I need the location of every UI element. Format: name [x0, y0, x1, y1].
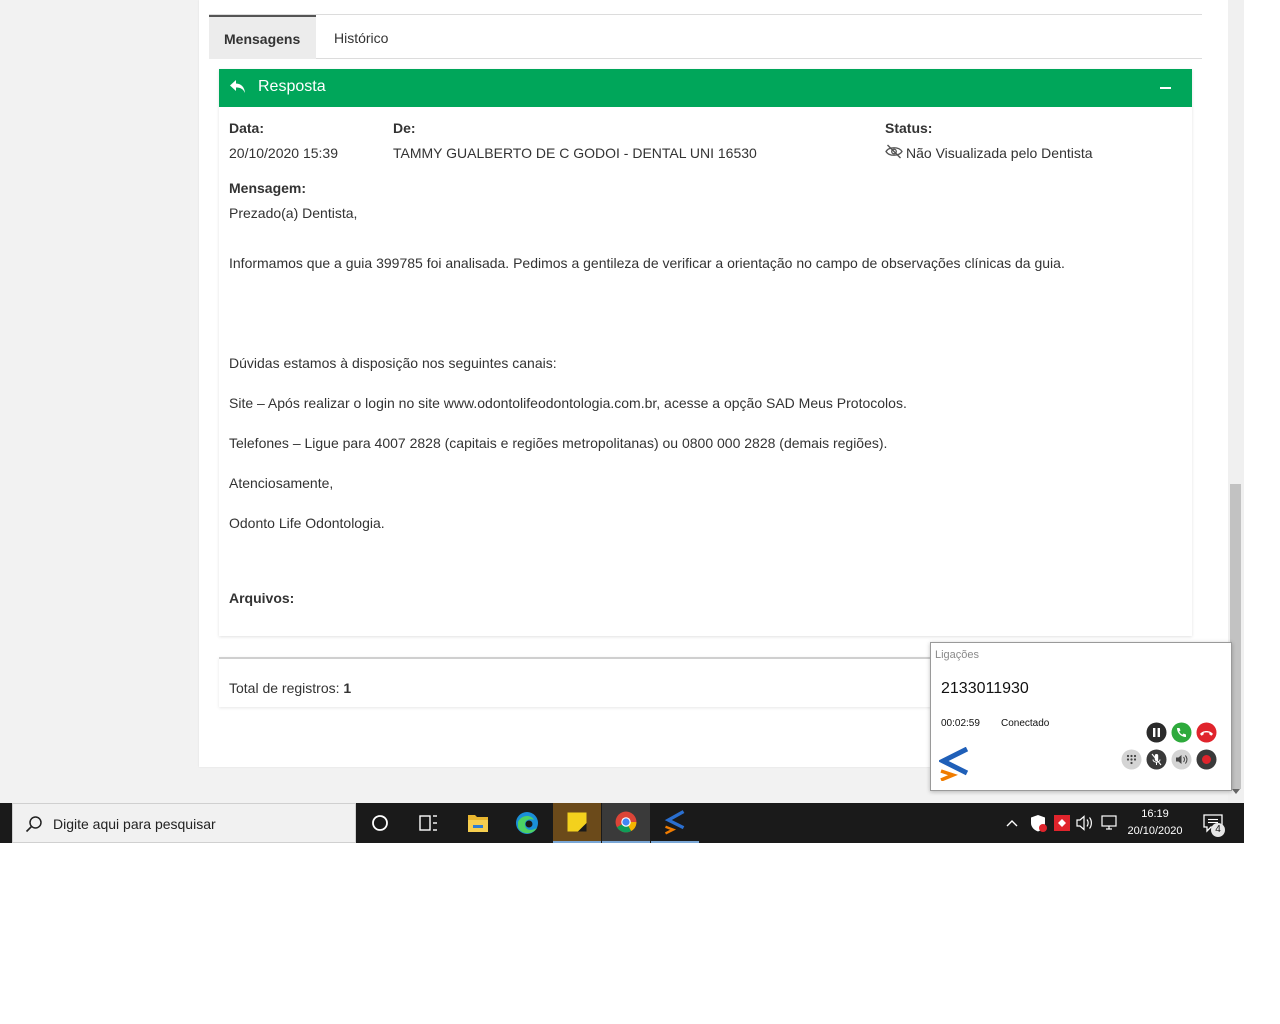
- status-label: Status:: [885, 120, 933, 136]
- search-placeholder: Digite aqui para pesquisar: [53, 816, 216, 832]
- message-line: Odonto Life Odontologia.: [229, 515, 385, 531]
- call-number: 2133011930: [941, 680, 1029, 697]
- task-view-icon[interactable]: [404, 803, 452, 843]
- volume-button[interactable]: [1171, 749, 1192, 770]
- dialpad-button[interactable]: [1121, 749, 1142, 770]
- total-records: Total de registros: 1: [229, 680, 351, 696]
- data-value: 20/10/2020 15:39: [229, 145, 338, 161]
- answer-button[interactable]: [1171, 722, 1192, 743]
- scroll-down-arrow-icon[interactable]: [1232, 789, 1240, 794]
- taskbar: Digite aqui para pesquisar 16:19 20/10/2…: [0, 803, 1244, 843]
- hangup-button[interactable]: [1196, 722, 1217, 743]
- softphone-title: Ligações: [935, 649, 980, 661]
- eye-off-icon: [885, 144, 903, 159]
- softphone-app-icon[interactable]: [651, 803, 699, 843]
- clock-date[interactable]: 20/10/2020: [1120, 825, 1190, 837]
- tab-bar: Mensagens Histórico: [209, 14, 1202, 59]
- resposta-panel: Resposta Data: 20/10/2020 15:39 De: TAMM…: [219, 69, 1192, 636]
- call-timer: 00:02:59: [941, 718, 980, 729]
- data-label: Data:: [229, 120, 265, 136]
- file-explorer-icon[interactable]: [454, 803, 502, 843]
- message-line: Site – Após realizar o login no site www…: [229, 395, 907, 411]
- network-icon[interactable]: [1097, 803, 1121, 843]
- chevron-up-icon[interactable]: [1000, 803, 1024, 843]
- status-value: Não Visualizada pelo Dentista: [906, 145, 1093, 161]
- collapse-icon[interactable]: [1160, 87, 1171, 89]
- de-label: De:: [393, 120, 416, 136]
- record-button[interactable]: [1196, 749, 1217, 770]
- cortana-icon[interactable]: [356, 803, 404, 843]
- security-shield-icon[interactable]: [1025, 803, 1051, 843]
- search-icon: [25, 816, 42, 833]
- arquivos-label: Arquivos:: [229, 590, 295, 606]
- taskbar-search-box[interactable]: Digite aqui para pesquisar: [12, 803, 356, 843]
- panel-header[interactable]: Resposta: [219, 69, 1192, 107]
- call-status: Conectado: [1001, 718, 1050, 729]
- volume-icon[interactable]: [1073, 803, 1097, 843]
- message-line: Telefones – Ligue para 4007 2828 (capita…: [229, 435, 888, 451]
- total-records-label: Total de registros:: [229, 680, 340, 696]
- tab-mensagens[interactable]: Mensagens: [209, 15, 316, 59]
- reply-icon: [230, 80, 245, 93]
- message-line: Atenciosamente,: [229, 475, 334, 491]
- message-line: Prezado(a) Dentista,: [229, 205, 358, 221]
- softphone-logo-icon: [939, 747, 969, 781]
- total-records-value: 1: [343, 680, 352, 696]
- softphone-window: Ligações 2133011930 00:02:59 Conectado: [930, 642, 1232, 791]
- panel-title: Resposta: [258, 78, 326, 95]
- edge-browser-icon[interactable]: [503, 803, 551, 843]
- tab-historico[interactable]: Histórico: [316, 15, 406, 59]
- message-line: Dúvidas estamos à disposição nos seguint…: [229, 355, 557, 371]
- de-value: TAMMY GUALBERTO DE C GODOI - DENTAL UNI …: [393, 145, 757, 161]
- mute-button[interactable]: [1146, 749, 1167, 770]
- start-button[interactable]: [0, 803, 12, 843]
- clock-time[interactable]: 16:19: [1120, 808, 1190, 820]
- screen: Mensagens Histórico Resposta Data: 20/10…: [0, 0, 1280, 1024]
- message-line: Informamos que a guia 399785 foi analisa…: [229, 255, 1065, 271]
- mensagem-label: Mensagem:: [229, 180, 307, 196]
- antivirus-icon[interactable]: [1050, 803, 1074, 843]
- notifications-icon[interactable]: [1198, 803, 1228, 843]
- sticky-notes-icon[interactable]: [553, 803, 601, 843]
- chrome-icon[interactable]: [602, 803, 650, 843]
- pause-button[interactable]: [1146, 722, 1167, 743]
- notification-count-badge: 4: [1211, 823, 1225, 837]
